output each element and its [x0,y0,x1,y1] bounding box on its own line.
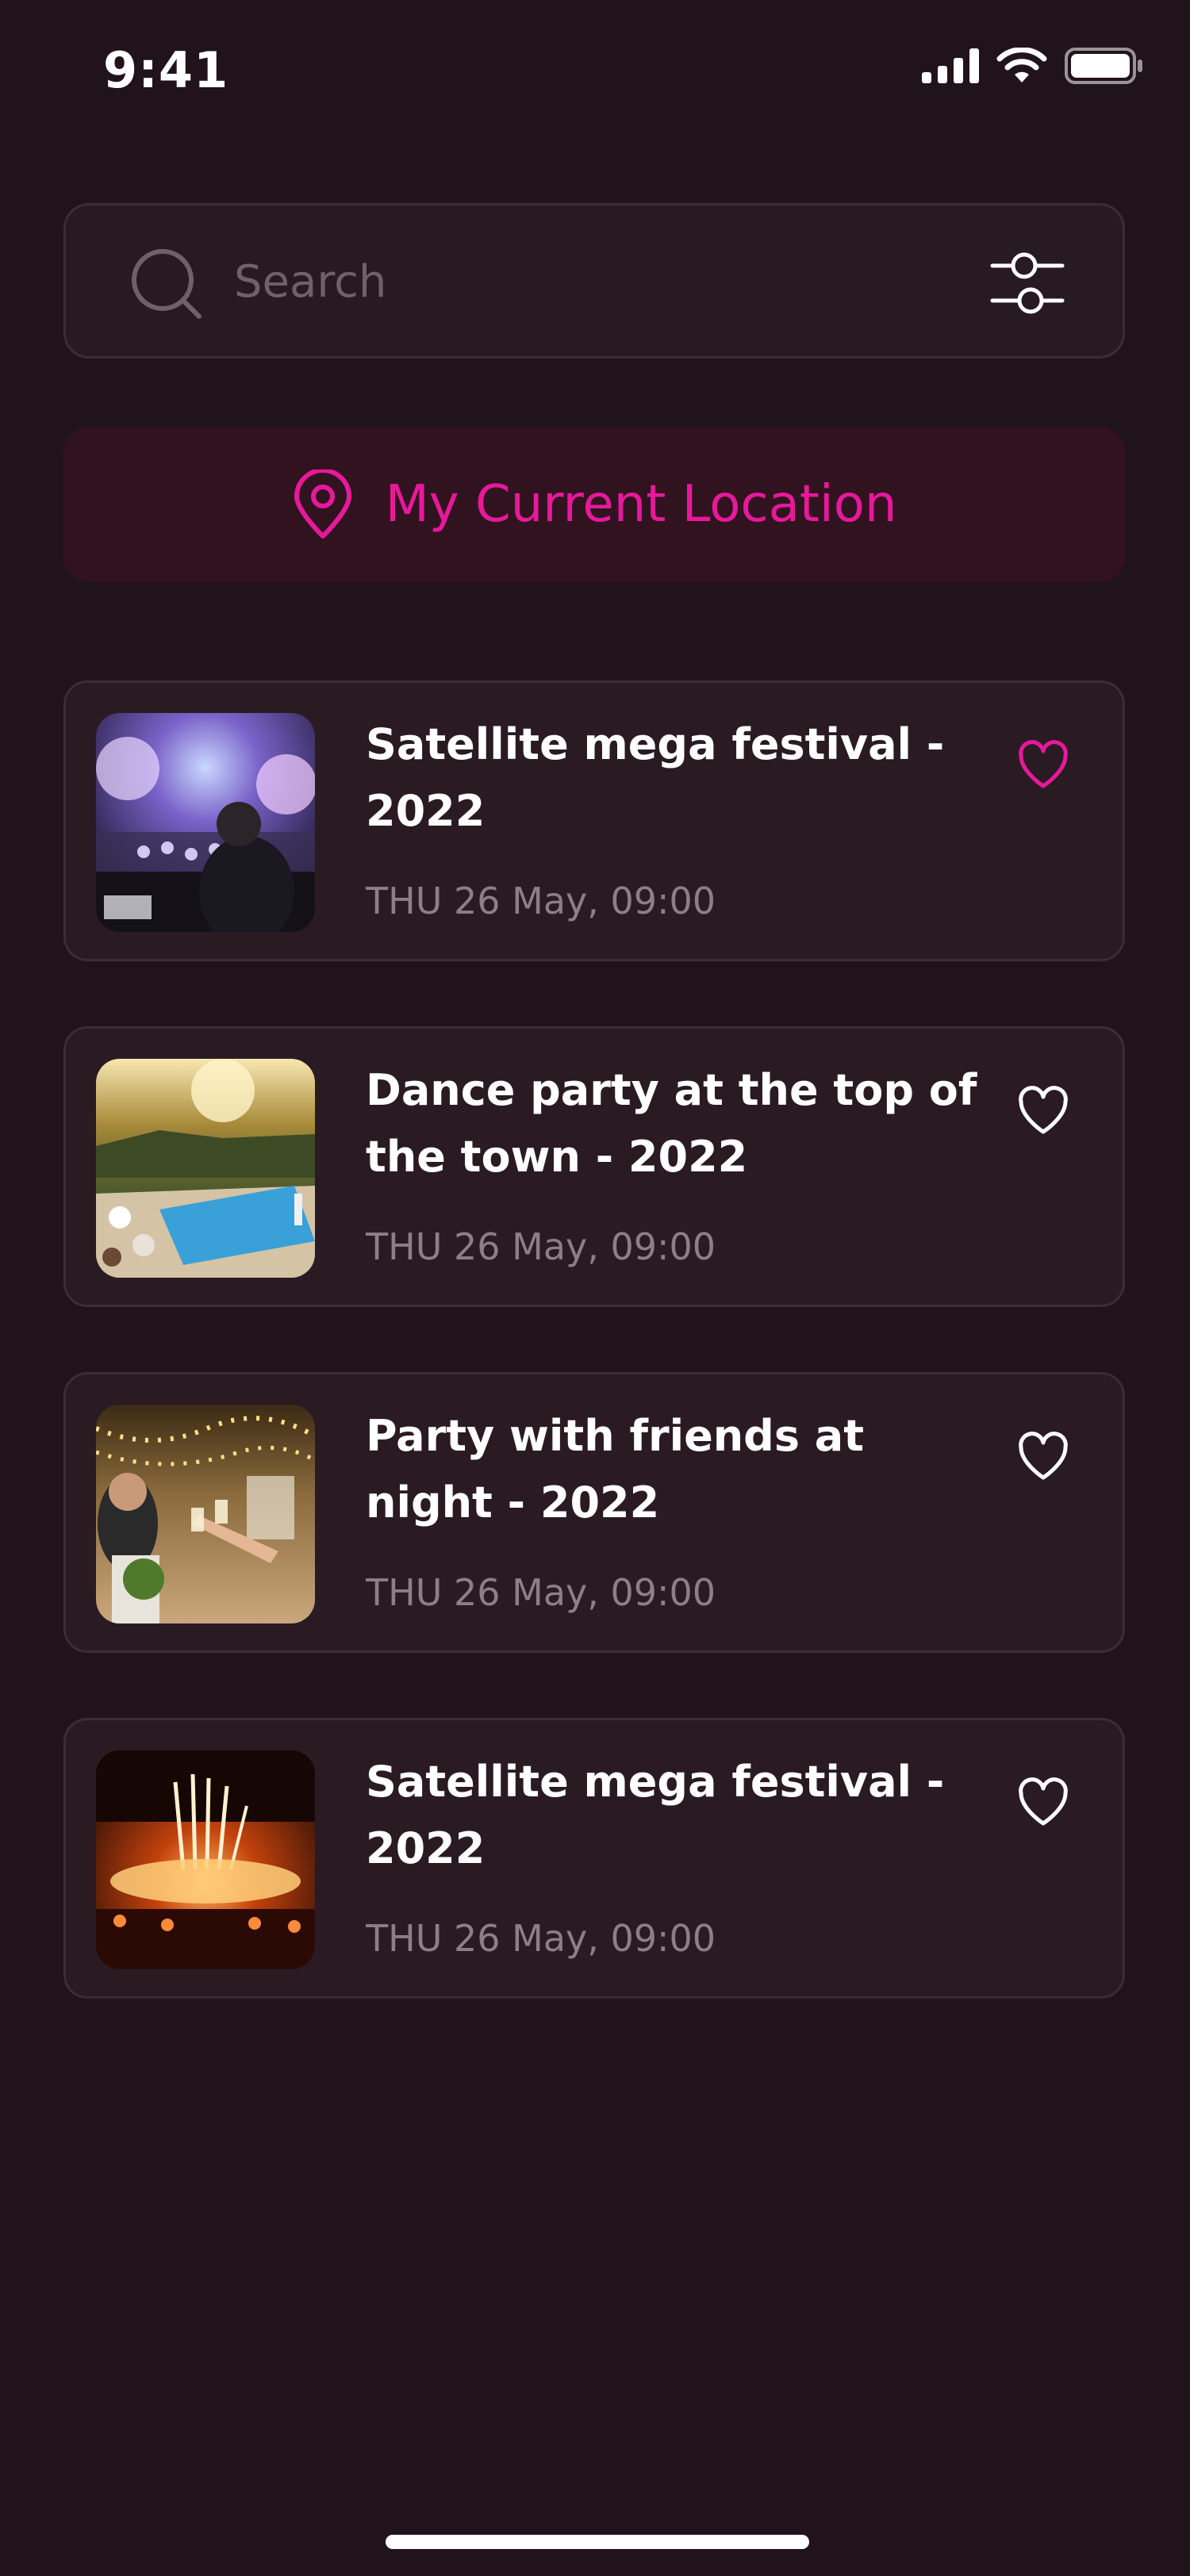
event-title: Party with friends at night - 2022 [366,1411,865,1528]
location-pin-icon [294,470,351,539]
heart-outline-icon[interactable] [1016,1430,1070,1484]
event-title: Satellite mega festival - 2022 [366,719,945,836]
search-icon [132,249,202,319]
event-image-festival-fireworks [96,1750,315,1969]
event-image-pool-party [96,1059,315,1278]
event-card[interactable]: Party with friends at night - 2022 THU 2… [63,1372,1125,1653]
filter-sliders-icon[interactable] [989,247,1065,320]
battery-icon [1065,48,1142,84]
heart-outline-icon[interactable] [1016,1776,1070,1830]
search-input[interactable] [234,242,948,321]
event-card[interactable]: Satellite mega festival - 2022 THU 26 Ma… [63,680,1125,961]
current-location-button[interactable]: My Current Location [63,427,1125,582]
status-time: 9:41 [103,41,229,99]
cellular-signal-icon [922,48,979,83]
heart-outline-icon[interactable] [1016,1084,1070,1138]
event-date: THU 26 May, 09:00 [366,880,716,922]
search-bar [63,203,1125,358]
event-date: THU 26 May, 09:00 [366,1571,716,1614]
event-date: THU 26 May, 09:00 [366,1225,716,1268]
event-image-friends-party [96,1405,315,1623]
heart-filled-icon[interactable] [1016,738,1070,792]
current-location-label: My Current Location [385,475,897,534]
event-card[interactable]: Satellite mega festival - 2022 THU 26 Ma… [63,1718,1125,1999]
status-bar: 9:41 [0,0,1190,143]
event-date: THU 26 May, 09:00 [366,1917,716,1960]
event-title: Satellite mega festival - 2022 [366,1757,945,1873]
event-card[interactable]: Dance party at the top of the town - 202… [63,1026,1125,1307]
status-icons [922,48,1144,84]
event-title: Dance party at the top of the town - 202… [366,1065,977,1182]
wifi-icon [996,48,1047,82]
event-image-concert [96,713,315,932]
home-indicator[interactable] [386,2535,809,2549]
